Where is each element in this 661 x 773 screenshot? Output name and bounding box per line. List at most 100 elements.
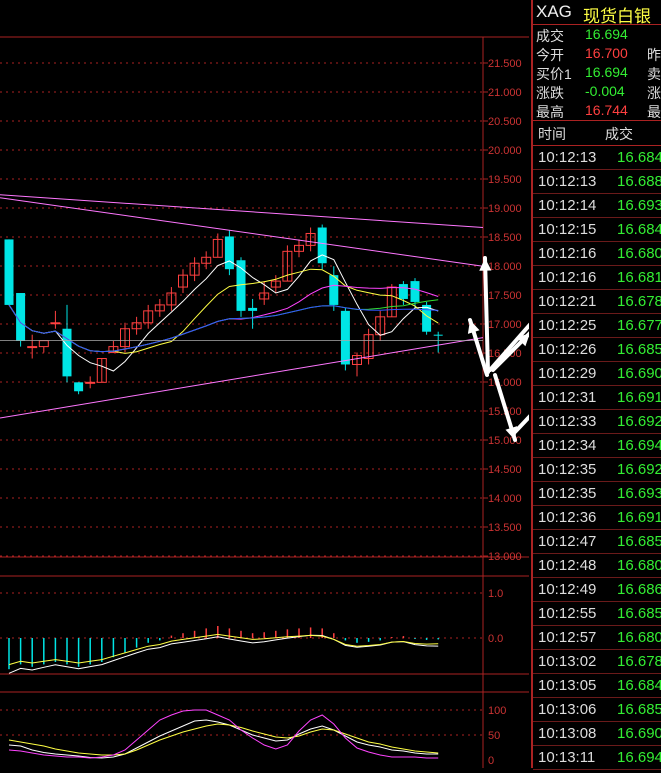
arrow-2 — [483, 256, 490, 374]
tick-time: 10:13:05 — [538, 677, 597, 694]
price-tick-label: 14.000 — [488, 493, 522, 505]
tick-row[interactable]: 10:12:21 16.678 — [533, 290, 661, 314]
tick-price: 16.694 — [617, 437, 661, 454]
tick-row[interactable]: 10:13:02 16.678 — [533, 650, 661, 674]
price-tick-label: 18.500 — [488, 232, 522, 244]
tick-row[interactable]: 10:12:49 16.686 — [533, 578, 661, 602]
tick-time: 10:12:49 — [538, 581, 597, 598]
tick-time: 10:12:14 — [538, 197, 597, 214]
tick-row[interactable]: 10:13:05 16.684 — [533, 674, 661, 698]
tick-price: 16.692 — [617, 413, 661, 430]
tick-row[interactable]: 10:12:14 16.693 — [533, 194, 661, 218]
tick-row[interactable]: 10:12:33 16.692 — [533, 410, 661, 434]
tick-time: 10:12:15 — [538, 221, 597, 238]
ma5-line — [8, 254, 439, 372]
tick-row[interactable]: 10:12:26 16.685 — [533, 338, 661, 362]
quote-header: XAG 现货白银 — [533, 0, 661, 26]
kline-chart[interactable]: 21.500 21.000 20.500 20.000 19.500 19.000 18.5… — [0, 0, 587, 768]
tick-price: 16.685 — [617, 533, 661, 550]
tick-time: 10:12:35 — [538, 461, 597, 478]
quote-label-truncated: 涨 — [647, 85, 661, 101]
price-tick-label: 13.000 — [488, 551, 522, 563]
ma30-line — [8, 299, 439, 353]
tick-price: 16.678 — [617, 293, 661, 310]
tick-price: 16.693 — [617, 197, 661, 214]
candle-body — [398, 284, 408, 299]
candle-body — [248, 307, 258, 311]
tick-price: 16.685 — [617, 605, 661, 622]
tick-row[interactable]: 10:13:11 16.694 — [533, 746, 661, 770]
candle-body — [50, 322, 61, 325]
tick-time: 10:12:16 — [538, 245, 597, 262]
tick-row[interactable]: 10:12:16 16.681 — [533, 266, 661, 290]
candle-body — [224, 236, 234, 270]
tick-price: 16.680 — [617, 557, 661, 574]
tick-price: 16.694 — [617, 749, 661, 766]
tick-price: 16.680 — [617, 629, 661, 646]
tick-row[interactable]: 10:12:35 16.693 — [533, 482, 661, 506]
quote-panel: XAG 现货白银 成交 16.694 今开 16.700 昨买价1 16.694 卖涨跌 -0… — [531, 0, 661, 770]
price-tick-label: 14.500 — [488, 464, 522, 476]
candle-body — [16, 293, 26, 341]
quote-value: 16.694 — [585, 64, 628, 80]
quote-label: 涨跌 — [536, 85, 564, 101]
symbol-code: XAG — [536, 2, 572, 21]
price-tick-label: 19.500 — [488, 174, 522, 186]
quote-label-truncated: 昨 — [647, 47, 661, 63]
tick-price: 16.684 — [617, 149, 661, 166]
tick-row[interactable]: 10:12:13 16.688 — [533, 170, 661, 194]
quote-label: 今开 — [536, 47, 564, 63]
tick-row[interactable]: 10:13:06 16.685 — [533, 698, 661, 722]
tick-row[interactable]: 10:12:47 16.685 — [533, 530, 661, 554]
tick-row[interactable]: 10:13:08 16.690 — [533, 722, 661, 746]
tick-time: 10:12:33 — [538, 413, 597, 430]
macd-dif-line — [8, 634, 439, 674]
tick-row[interactable]: 10:12:16 16.680 — [533, 242, 661, 266]
price-tick-label: 17.500 — [488, 290, 522, 302]
tick-time: 10:12:29 — [538, 365, 597, 382]
tick-price: 16.681 — [617, 269, 661, 286]
tick-price: 16.678 — [617, 653, 661, 670]
tick-row[interactable]: 10:12:34 16.694 — [533, 434, 661, 458]
tick-row[interactable]: 10:12:13 16.684 — [533, 146, 661, 170]
tick-time: 10:12:26 — [538, 341, 597, 358]
tick-time: 10:12:35 — [538, 485, 597, 502]
quote-value: 16.694 — [585, 26, 628, 42]
tick-row[interactable]: 10:12:57 16.680 — [533, 626, 661, 650]
quote-label-truncated: 最 — [647, 104, 661, 120]
tick-row[interactable]: 10:12:29 16.690 — [533, 362, 661, 386]
quote-label-truncated: 卖 — [647, 66, 661, 82]
tick-price: 16.690 — [617, 365, 661, 382]
tick-time: 10:12:16 — [538, 269, 597, 286]
kline-chart-area[interactable]: 21.500 21.000 20.500 20.000 19.500 19.000 18.5… — [0, 0, 587, 768]
tick-time: 10:13:06 — [538, 701, 597, 718]
kdj-tick-label: 0 — [488, 755, 494, 767]
price-tick-label: 13.500 — [488, 522, 522, 534]
tick-row[interactable]: 10:12:35 16.692 — [533, 458, 661, 482]
tick-time: 10:12:25 — [538, 317, 597, 334]
tick-row[interactable]: 10:12:48 16.680 — [533, 554, 661, 578]
tick-time: 10:13:02 — [538, 653, 597, 670]
trendline-upper — [0, 194, 484, 229]
macd-tick-label: 0.0 — [488, 633, 503, 645]
candle-body — [329, 275, 339, 305]
quote-row: 成交 16.694 — [533, 25, 661, 44]
quote-value: 16.700 — [585, 45, 628, 61]
kdj-tick-label: 100 — [488, 705, 506, 717]
tick-time: 10:12:57 — [538, 629, 597, 646]
tick-time: 10:13:08 — [538, 725, 597, 742]
candle-body — [62, 328, 72, 377]
quote-row: 涨跌 -0.004 涨 — [533, 82, 661, 101]
tick-row[interactable]: 10:12:25 16.677 — [533, 314, 661, 338]
tick-row[interactable]: 10:12:31 16.691 — [533, 386, 661, 410]
tick-time: 10:12:36 — [538, 509, 597, 526]
tick-price: 16.691 — [617, 389, 661, 406]
quote-row: 最高 16.744 最 — [533, 101, 661, 120]
tick-price: 16.680 — [617, 245, 661, 262]
tick-price: 16.684 — [617, 221, 661, 238]
tick-row[interactable]: 10:12:15 16.684 — [533, 218, 661, 242]
tick-row[interactable]: 10:12:36 16.691 — [533, 506, 661, 530]
tick-price: 16.690 — [617, 725, 661, 742]
tick-row[interactable]: 10:12:55 16.685 — [533, 602, 661, 626]
ma60-line — [8, 304, 439, 353]
